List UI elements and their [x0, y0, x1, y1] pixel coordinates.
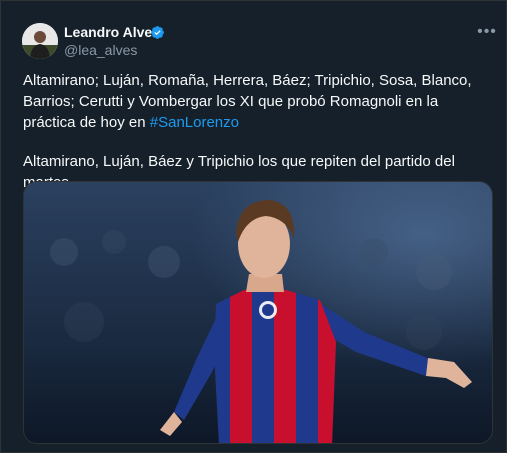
tweet-text-paragraph-1: Altamirano; Luján, Romaña, Herrera, Báez…: [23, 70, 493, 133]
avatar-photo: [22, 23, 58, 59]
author-display-name[interactable]: Leandro Alves: [64, 23, 160, 41]
player-celebrating-photo: [24, 182, 492, 443]
author-avatar[interactable]: [22, 23, 58, 59]
verified-badge-icon: [151, 26, 164, 39]
author-handle[interactable]: @lea_alves: [64, 41, 137, 59]
more-options-icon[interactable]: •••: [477, 24, 497, 40]
tweet-media[interactable]: [23, 181, 493, 444]
tweet-card[interactable]: Leandro Alves @lea_alves ••• Altamirano;…: [0, 0, 507, 453]
tweet-text: Altamirano; Luján, Romaña, Herrera, Báez…: [23, 72, 472, 131]
hashtag-link[interactable]: #SanLorenzo: [150, 114, 239, 131]
